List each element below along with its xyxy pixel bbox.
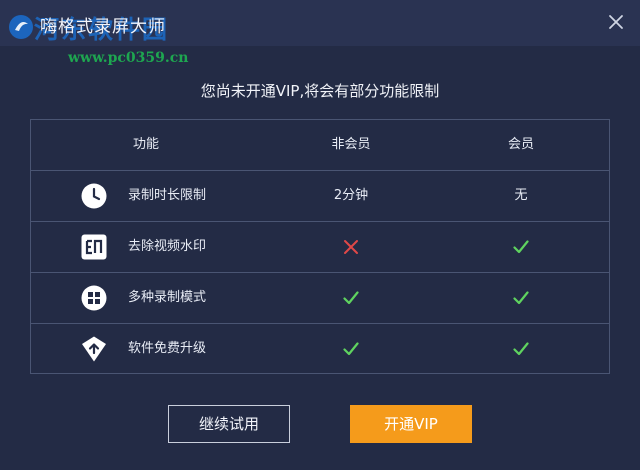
watermark-icon [81, 234, 107, 260]
feature-label: 去除视频水印 [128, 239, 207, 254]
close-icon[interactable] [606, 12, 626, 32]
vip-notice: 您尚未开通VIP,将会有部分功能限制 [200, 82, 440, 100]
watermark-url: www.pc0359.cn [68, 50, 189, 66]
header-member: 会员 [507, 137, 534, 152]
table-row: 去除视频水印 [31, 222, 609, 273]
table-row: 多种录制模式 [31, 273, 609, 324]
member-check-mark [471, 222, 571, 272]
feature-label: 多种录制模式 [128, 290, 207, 305]
nonmember-cross-mark [301, 222, 401, 272]
member-check-mark [471, 324, 571, 374]
mode-grid-icon [81, 285, 107, 311]
comparison-table: 功能 非会员 会员 录制时长限制 2分钟 无 去除视频水印 多种录制模式 软件免… [30, 119, 610, 374]
app-logo-icon [9, 15, 33, 39]
feature-label: 录制时长限制 [128, 188, 207, 203]
app-title: 嗨格式录屏大师 [40, 17, 166, 37]
cross-icon [344, 239, 358, 254]
activate-vip-button[interactable]: 开通VIP [350, 405, 472, 443]
clock-icon [81, 183, 107, 209]
check-icon [513, 341, 529, 355]
check-icon [343, 341, 359, 355]
table-row: 软件免费升级 [31, 324, 609, 375]
feature-label: 软件免费升级 [128, 341, 207, 356]
check-icon [513, 239, 529, 253]
title-bar: 河东软件园 嗨格式录屏大师 [0, 0, 640, 46]
member-check-mark [471, 273, 571, 323]
header-feature: 功能 [132, 137, 159, 152]
table-header-row: 功能 非会员 会员 [31, 120, 609, 171]
member-value: 无 [514, 188, 528, 203]
header-nonmember: 非会员 [331, 137, 371, 152]
nonmember-value: 2分钟 [333, 188, 369, 203]
upgrade-icon [82, 336, 106, 362]
nonmember-check-mark [301, 273, 401, 323]
continue-trial-button[interactable]: 继续试用 [168, 405, 290, 443]
check-icon [513, 290, 529, 304]
table-row: 录制时长限制 2分钟 无 [31, 171, 609, 222]
check-icon [343, 290, 359, 304]
nonmember-check-mark [301, 324, 401, 374]
